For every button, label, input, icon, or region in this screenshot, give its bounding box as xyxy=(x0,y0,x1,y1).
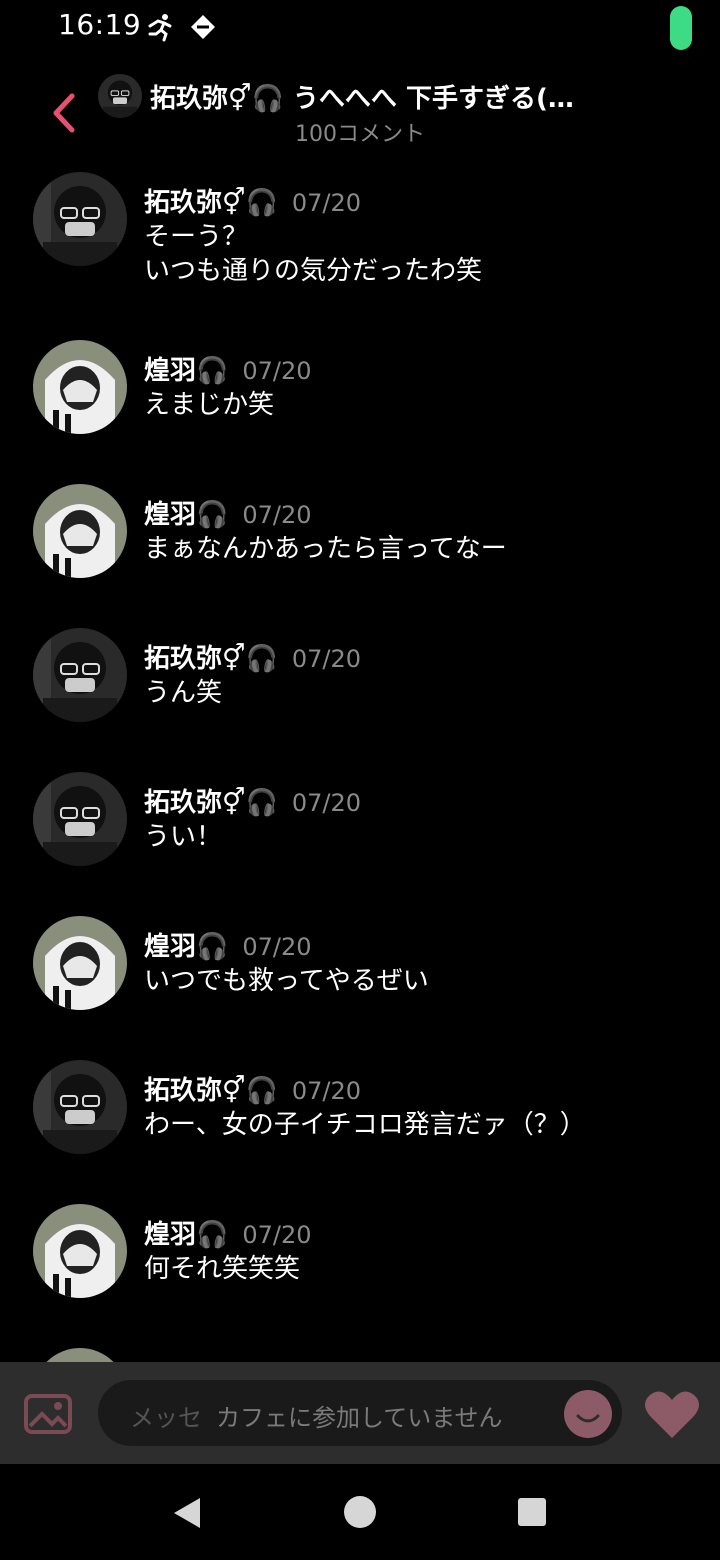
smile-icon[interactable] xyxy=(564,1390,612,1438)
comment-author: 煌羽🎧 07/20 xyxy=(144,1220,312,1250)
header-avatar[interactable] xyxy=(98,74,142,118)
comment-text: わー、女の子イチコロ発言だァ（？） xyxy=(144,1110,586,1140)
hoodie-avatar[interactable] xyxy=(33,484,127,578)
heart-icon[interactable] xyxy=(644,1388,700,1440)
comment-item[interactable]: 煌羽🎧 07/20 まぁなんかあったら言ってなー xyxy=(0,480,720,624)
comment-text: まぁなんかあったら言ってなー xyxy=(144,534,507,564)
comment-item[interactable] xyxy=(0,1344,720,1362)
comment-item[interactable]: 煌羽🎧 07/20 いつでも救ってやるぜい xyxy=(0,912,720,1056)
header: 拓玖弥⚥🎧 うへへへ 下手すぎる(… 100コメント xyxy=(0,64,720,160)
comment-date: 07/20 xyxy=(242,357,312,385)
recents-square-icon[interactable] xyxy=(516,1496,548,1528)
comment-text: うん笑 xyxy=(144,678,223,708)
comment-text: いつでも救ってやるぜい xyxy=(144,966,429,996)
comment-item[interactable]: 拓玖弥⚥🎧 07/20 うい！ xyxy=(0,768,720,912)
comment-item[interactable]: 拓玖弥⚥🎧 07/20 わー、女の子イチコロ発言だァ（？） xyxy=(0,1056,720,1200)
system-nav-bar xyxy=(0,1464,720,1560)
running-icon xyxy=(148,14,172,42)
comment-item[interactable]: 拓玖弥⚥🎧 07/20 うん笑 xyxy=(0,624,720,768)
comment-text: うい！ xyxy=(144,822,223,852)
comment-date: 07/20 xyxy=(291,789,362,817)
hoodie-avatar[interactable] xyxy=(33,340,127,434)
not-joined-notice: カフェに参加していません xyxy=(216,1404,503,1432)
header-title[interactable]: 拓玖弥⚥🎧 うへへへ 下手すぎる(… xyxy=(150,78,610,115)
sync-icon xyxy=(191,15,215,39)
comment-date: 07/20 xyxy=(291,645,362,673)
comment-date: 07/20 xyxy=(291,1077,362,1105)
glasses-mask-avatar[interactable] xyxy=(33,172,127,266)
comment-text: そーう？ いつも通りの気分だったわ笑 xyxy=(144,222,483,286)
hoodie-avatar[interactable] xyxy=(33,1348,127,1362)
image-icon[interactable] xyxy=(24,1394,72,1434)
composer-bar: メッセ カフェに参加していません xyxy=(0,1362,720,1464)
comment-item[interactable]: 拓玖弥⚥🎧 07/20 そーう？ いつも通りの気分だったわ笑 xyxy=(0,168,720,312)
battery-indicator xyxy=(670,6,692,50)
glasses-mask-avatar[interactable] xyxy=(33,1060,127,1154)
comment-author: 拓玖弥⚥🎧 07/20 xyxy=(144,188,362,218)
comment-date: 07/20 xyxy=(242,1221,312,1249)
status-bar: 16:19 xyxy=(0,0,720,56)
comment-author: 拓玖弥⚥🎧 07/20 xyxy=(144,1076,362,1106)
back-triangle-icon[interactable] xyxy=(170,1496,204,1530)
comment-text: えまじか笑 xyxy=(144,390,275,420)
comment-item[interactable]: 煌羽🎧 07/20 えまじか笑 xyxy=(0,336,720,480)
message-placeholder: メッセ xyxy=(130,1404,202,1432)
glasses-mask-avatar[interactable] xyxy=(33,628,127,722)
hoodie-avatar[interactable] xyxy=(33,916,127,1010)
comment-date: 07/20 xyxy=(242,933,312,961)
comment-text: 何それ笑笑笑 xyxy=(144,1254,301,1284)
comment-author: 煌羽🎧 07/20 xyxy=(144,356,312,386)
message-input[interactable]: メッセ カフェに参加していません xyxy=(98,1380,622,1446)
home-circle-icon[interactable] xyxy=(342,1494,378,1530)
comment-count: 100コメント xyxy=(295,122,425,147)
glasses-mask-avatar[interactable] xyxy=(33,772,127,866)
hoodie-avatar[interactable] xyxy=(33,1204,127,1298)
comment-date: 07/20 xyxy=(242,501,312,529)
comment-list[interactable]: 拓玖弥⚥🎧 07/20 そーう？ いつも通りの気分だったわ笑 煌羽🎧 07/20 え… xyxy=(0,164,720,1362)
comment-author: 拓玖弥⚥🎧 07/20 xyxy=(144,644,362,674)
comment-date: 07/20 xyxy=(291,189,362,217)
status-time: 16:19 xyxy=(58,8,142,41)
comment-author: 煌羽🎧 07/20 xyxy=(144,932,312,962)
comment-author: 拓玖弥⚥🎧 07/20 xyxy=(144,788,362,818)
comment-author: 煌羽🎧 07/20 xyxy=(144,500,312,530)
comment-item[interactable]: 煌羽🎧 07/20 何それ笑笑笑 xyxy=(0,1200,720,1344)
